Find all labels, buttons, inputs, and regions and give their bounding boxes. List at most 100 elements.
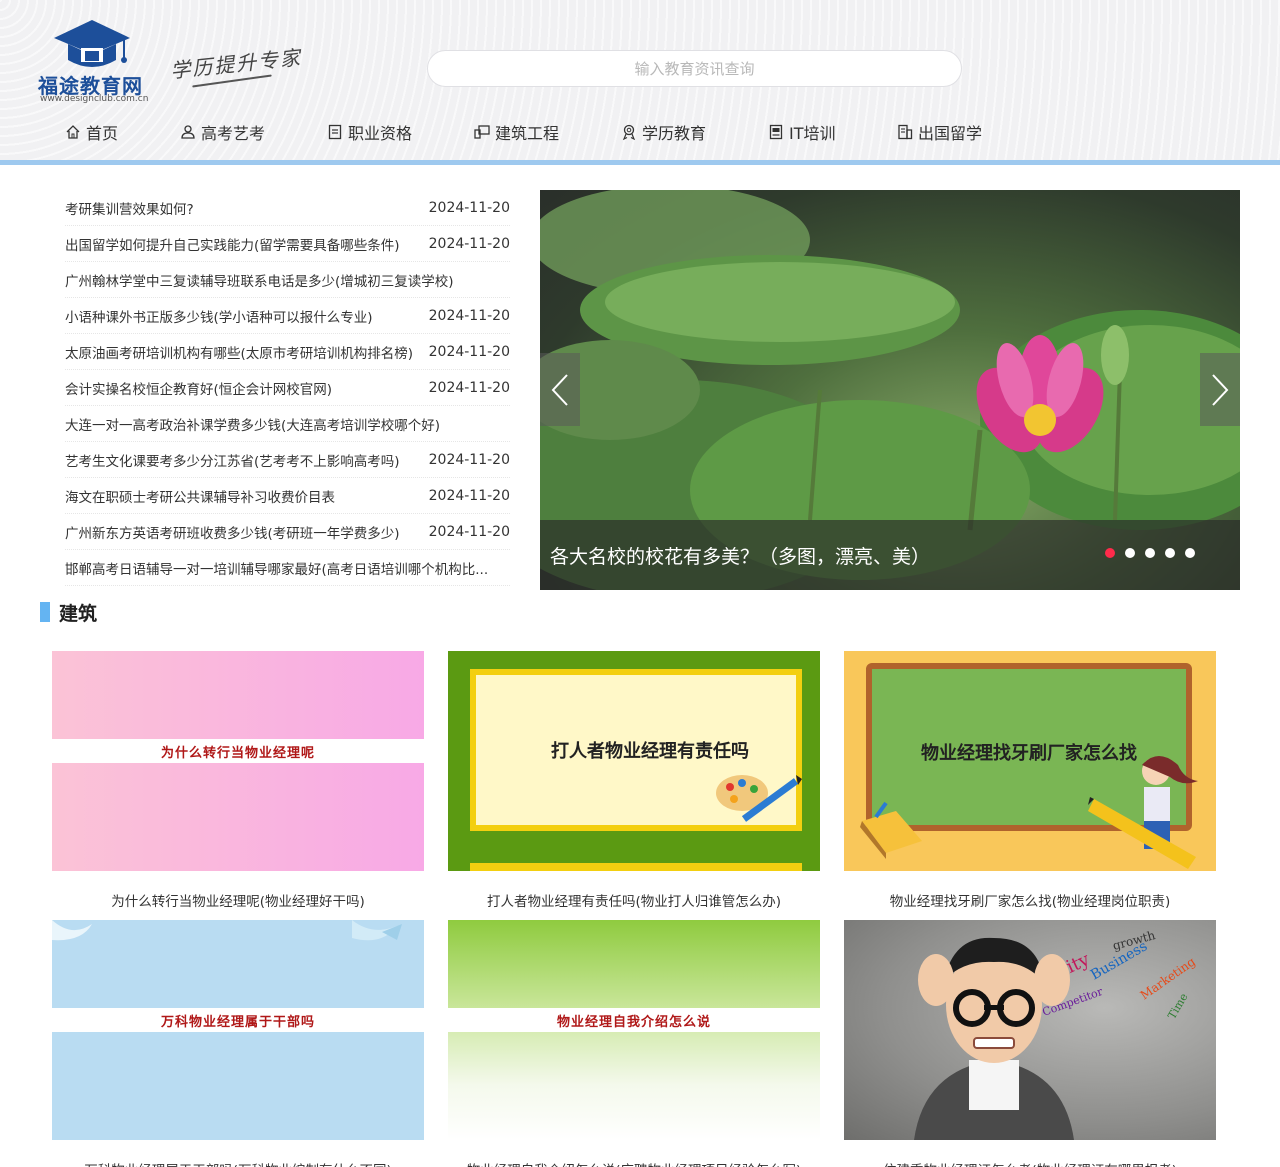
news-date: 2024-11-20 (428, 379, 510, 396)
news-title[interactable]: 会计实操名校恒企教育好(恒企会计网校官网) (65, 378, 332, 398)
site-header: 福途教育网 www.designclub.com.cn 学历提升专家 首页 高考… (0, 0, 1280, 165)
girl-with-pencil-illustration (1088, 756, 1198, 869)
user-icon (181, 125, 195, 139)
monitor-icon (474, 125, 490, 139)
nav-label: 建筑工程 (495, 124, 560, 143)
nav-label: 首页 (86, 124, 119, 143)
palette-icon (716, 775, 802, 822)
card-image-text: 物业经理自我介绍怎么说 (448, 1008, 820, 1032)
hero-carousel[interactable]: 各大名校的校花有多美？（多图，漂亮、美） (540, 190, 1240, 590)
book-icon (860, 801, 922, 859)
carousel-caption-bar: 各大名校的校花有多美？（多图，漂亮、美） (540, 520, 1240, 590)
list-item[interactable]: 出国留学如何提升自己实践能力(留学需要具备哪些条件) 2024-11-20 (65, 226, 510, 262)
slide-dot[interactable] (1185, 548, 1195, 558)
main-nav: 首页 高考艺考 职业资格 建筑工程 学历教育 IT培训 出国留学 (0, 118, 1280, 146)
list-item[interactable]: 会计实操名校恒企教育好(恒企会计网校官网) 2024-11-20 (65, 370, 510, 406)
slide-dot[interactable] (1125, 548, 1135, 558)
article-card[interactable]: 为什么转行当物业经理呢 为什么转行当物业经理呢(物业经理好干吗) (52, 651, 424, 910)
news-title[interactable]: 广州新东方英语考研班收费多少钱(考研班一年学费多少) (65, 522, 400, 542)
news-list: 考研集训营效果如何? 2024-11-20 出国留学如何提升自己实践能力(留学需要… (65, 190, 510, 586)
building-icon (898, 124, 913, 140)
slogan: 学历提升专家 (169, 45, 304, 83)
nav-item-abroad[interactable]: 出国留学 (897, 118, 982, 146)
search-input[interactable] (428, 51, 961, 86)
card-image[interactable]: quality Business growth Marketing Compet… (844, 920, 1216, 1140)
news-title[interactable]: 广州翰林学堂中三复读辅导班联系电话是多少(增城初三复读学校) (65, 270, 454, 290)
card-caption[interactable]: 住建委物业经理证怎么考(物业经理证在哪里报考) (844, 1159, 1216, 1167)
badge-icon (622, 124, 636, 140)
nav-item-gaokao[interactable]: 高考艺考 (180, 118, 265, 146)
card-caption[interactable]: 为什么转行当物业经理呢(物业经理好干吗) (52, 890, 424, 910)
news-title[interactable]: 小语种课外书正版多少钱(学小语种可以报什么专业) (65, 306, 373, 326)
article-card[interactable]: 打人者物业经理有责任吗 打人者物业经理有责任吗(物业打人归谁管怎么办) (448, 651, 820, 910)
news-title[interactable]: 艺考生文化课要考多少分江苏省(艺考考不上影响高考吗) (65, 450, 400, 470)
list-item[interactable]: 小语种课外书正版多少钱(学小语种可以报什么专业) 2024-11-20 (65, 298, 510, 334)
search-box (427, 50, 962, 87)
news-date: 2024-11-20 (428, 523, 510, 540)
article-card[interactable]: 物业经理自我介绍怎么说 物业经理自我介绍怎么说(应聘物业经理项目经验怎么写) (448, 920, 820, 1167)
news-date: 2024-11-20 (428, 307, 510, 324)
home-icon (66, 125, 80, 139)
logo-url: www.designclub.com.cn (40, 94, 149, 104)
card-caption[interactable]: 物业经理自我介绍怎么说(应聘物业经理项目经验怎么写) (448, 1159, 820, 1167)
next-slide-button[interactable] (1200, 353, 1240, 426)
card-image[interactable]: 物业经理找牙刷厂家怎么找 (844, 651, 1216, 871)
card-image[interactable]: 物业经理自我介绍怎么说 (448, 920, 820, 1140)
news-title[interactable]: 太原油画考研培训机构有哪些(太原市考研培训机构排名榜) (65, 342, 413, 362)
svg-text:Marketing: Marketing (1138, 954, 1198, 1002)
list-item[interactable]: 考研集训营效果如何? 2024-11-20 (65, 190, 510, 226)
nav-item-construction[interactable]: 建筑工程 (474, 118, 559, 146)
article-card[interactable]: 物业经理找牙刷厂家怎么找 物业经理找牙刷厂家怎么找(物业经理岗位职责) (844, 651, 1216, 910)
list-item[interactable]: 广州翰林学堂中三复读辅导班联系电话是多少(增城初三复读学校) (65, 262, 510, 298)
list-item[interactable]: 大连一对一高考政治补课学费多少钱(大连高考培训学校哪个好) (65, 406, 510, 442)
news-date: 2024-11-20 (428, 199, 510, 216)
nav-item-qualification[interactable]: 职业资格 (327, 118, 412, 146)
section-header: 建筑 (40, 600, 97, 625)
article-card[interactable]: 万科物业经理属于干部吗 万科物业经理属于干部吗(万科物业编制有什么不同) (52, 920, 424, 1167)
nav-item-home[interactable]: 首页 (65, 118, 118, 146)
article-card[interactable]: quality Business growth Marketing Compet… (844, 920, 1216, 1167)
list-item[interactable]: 广州新东方英语考研班收费多少钱(考研班一年学费多少) 2024-11-20 (65, 514, 510, 550)
svg-text:Time: Time (1165, 991, 1190, 1022)
news-title[interactable]: 邯郸高考日语辅导一对一培训辅导哪家最好(高考日语培训哪个机构比... (65, 558, 488, 578)
nav-label: 高考艺考 (201, 124, 266, 143)
chevron-left-icon (551, 373, 568, 406)
news-title[interactable]: 出国留学如何提升自己实践能力(留学需要具备哪些条件) (65, 234, 400, 254)
list-item[interactable]: 邯郸高考日语辅导一对一培训辅导哪家最好(高考日语培训哪个机构比... (65, 550, 510, 586)
slide-dot[interactable] (1165, 548, 1175, 558)
card-image[interactable]: 打人者物业经理有责任吗 (448, 651, 820, 871)
card-image-text: 万科物业经理属于干部吗 (52, 1008, 424, 1032)
card-caption[interactable]: 万科物业经理属于干部吗(万科物业编制有什么不同) (52, 1159, 424, 1167)
section-accent-bar (40, 602, 50, 622)
news-date: 2024-11-20 (428, 343, 510, 360)
card-caption[interactable]: 物业经理找牙刷厂家怎么找(物业经理岗位职责) (844, 890, 1216, 910)
card-image-text: 打人者物业经理有责任吗 (551, 741, 749, 762)
nav-item-degree[interactable]: 学历教育 (621, 118, 706, 146)
notebook-icon (769, 124, 783, 140)
news-date: 2024-11-20 (428, 451, 510, 468)
slide-dot[interactable] (1145, 548, 1155, 558)
card-image[interactable]: 万科物业经理属于干部吗 (52, 920, 424, 1140)
list-item[interactable]: 海文在职硕士考研公共课辅导补习收费价目表 2024-11-20 (65, 478, 510, 514)
list-item[interactable]: 太原油画考研培训机构有哪些(太原市考研培训机构排名榜) 2024-11-20 (65, 334, 510, 370)
carousel-caption[interactable]: 各大名校的校花有多美？（多图，漂亮、美） (550, 542, 930, 569)
nav-label: 出国留学 (918, 124, 983, 143)
card-caption[interactable]: 打人者物业经理有责任吗(物业打人归谁管怎么办) (448, 890, 820, 910)
nav-label: 学历教育 (642, 124, 707, 143)
prev-slide-button[interactable] (540, 353, 580, 426)
nav-label: IT培训 (789, 124, 836, 143)
site-logo[interactable]: 福途教育网 www.designclub.com.cn (38, 18, 148, 108)
card-image[interactable]: 为什么转行当物业经理呢 (52, 651, 424, 871)
slide-dot[interactable] (1105, 548, 1115, 558)
carousel-dots (1105, 548, 1195, 558)
news-title[interactable]: 考研集训营效果如何? (65, 198, 194, 218)
card-image-text: 为什么转行当物业经理呢 (52, 739, 424, 763)
chevron-right-icon (1212, 373, 1229, 406)
document-icon (328, 124, 342, 140)
news-title[interactable]: 海文在职硕士考研公共课辅导补习收费价目表 (65, 486, 335, 506)
news-date: 2024-11-20 (428, 487, 510, 504)
leaf-decoration (52, 920, 402, 941)
news-title[interactable]: 大连一对一高考政治补课学费多少钱(大连高考培训学校哪个好) (65, 414, 440, 434)
nav-item-it[interactable]: IT培训 (768, 118, 836, 146)
list-item[interactable]: 艺考生文化课要考多少分江苏省(艺考考不上影响高考吗) 2024-11-20 (65, 442, 510, 478)
